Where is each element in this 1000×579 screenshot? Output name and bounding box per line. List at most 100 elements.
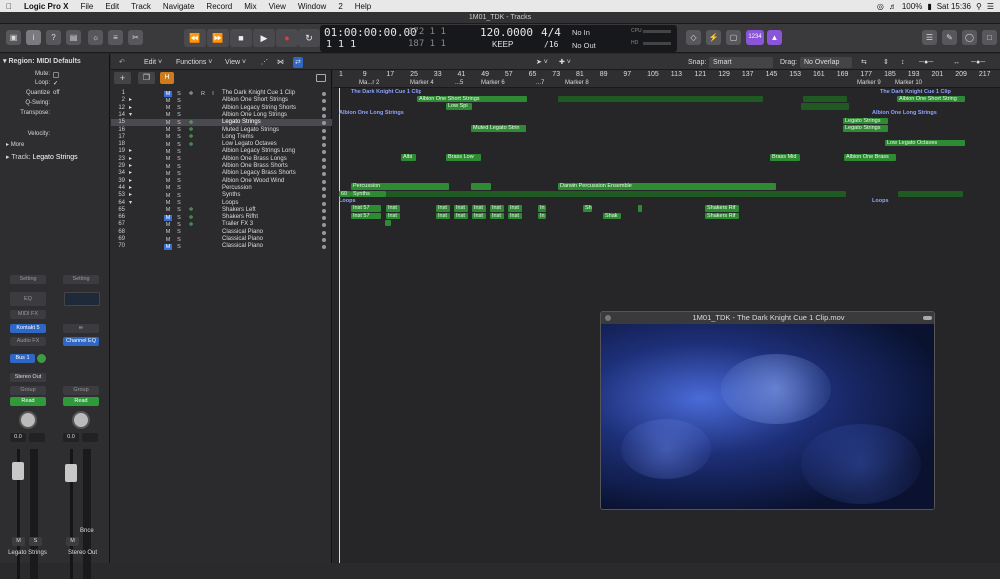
track-solo-button[interactable]: S [175, 112, 183, 118]
help-icon[interactable]: ? [46, 30, 61, 45]
marker[interactable]: Marker 10 [895, 80, 922, 86]
play-button[interactable]: ▶ [253, 29, 275, 47]
region[interactable]: Albion One Long Strings [337, 110, 417, 117]
region[interactable]: Inst [386, 205, 400, 212]
marquee-tool-icon[interactable]: ✚ ˅ [559, 57, 571, 68]
region[interactable]: The Dark Knight Cue 1 Clip [349, 89, 421, 96]
track-mute-button[interactable]: M [164, 178, 172, 184]
track-volume-knob[interactable] [322, 186, 326, 191]
lcd-display[interactable]: 01:00:00:00.00 1 1 1 172 1 1 187 1 1 120… [320, 25, 578, 52]
track-name[interactable]: Loops [222, 200, 238, 207]
track-row[interactable]: 67 M S ❄ Trailer FX 3 [111, 221, 332, 228]
region[interactable]: Percussion [351, 183, 449, 190]
bar-ruler[interactable]: 1 9 17 25 33 41 49 57 65 73 81 89 97 105 113 121 129 137 1… [333, 70, 1000, 88]
list-editors-icon[interactable]: ☰ [922, 30, 937, 45]
movie-close-icon[interactable] [605, 315, 611, 321]
menu-record[interactable]: Record [200, 2, 238, 11]
track-row[interactable]: 70 M S Classical Piano [111, 243, 332, 251]
track-solo-button[interactable]: S [175, 127, 183, 133]
marker[interactable]: Marker 6 [481, 80, 505, 86]
track-solo-button[interactable]: S [175, 207, 183, 213]
smart-controls-icon[interactable]: ☼ [88, 30, 103, 45]
track-mute-button[interactable]: M [164, 98, 172, 104]
menu-help[interactable]: Help [349, 2, 377, 11]
left-strip-eq[interactable]: EQ [10, 292, 46, 306]
folder-disclosure-icon[interactable]: ▾ [129, 200, 132, 207]
freeze-icon[interactable]: ❄ [187, 120, 195, 126]
left-strip-instrument[interactable]: Kontakt 5 [10, 324, 46, 333]
freeze-icon[interactable]: ❄ [187, 134, 195, 140]
vertical-zoom-icon[interactable]: ⇕ [883, 57, 889, 68]
region[interactable]: Inst [472, 205, 486, 212]
track-mute-button[interactable]: M [164, 127, 172, 133]
freeze-icon[interactable]: ❄ [187, 142, 195, 148]
track-mute-button[interactable]: M [164, 222, 172, 228]
track-row[interactable]: 18 M S ❄ Low Legato Octaves [111, 141, 332, 148]
region[interactable]: Shak [603, 212, 621, 220]
track-volume-knob[interactable] [322, 99, 326, 104]
track-row[interactable]: 68 M S Classical Piano [111, 229, 332, 236]
folder-disclosure-icon[interactable]: ▸ [129, 163, 132, 170]
left-strip-output[interactable]: Stereo Out [10, 373, 46, 382]
region-inspector-header[interactable]: ▾ Region: MIDI Defaults [0, 57, 110, 66]
track-name[interactable]: Muted Legato Strings [222, 127, 279, 134]
flex-icon[interactable]: ⋈ [277, 57, 284, 68]
right-volume-value[interactable]: 0.0 [63, 433, 79, 442]
track-mute-button[interactable]: M [164, 193, 172, 199]
right-mute-button[interactable]: M [66, 537, 79, 546]
track-solo-button[interactable]: S [175, 171, 183, 177]
menu-2[interactable]: 2 [332, 2, 348, 11]
region[interactable]: 60 [339, 190, 351, 198]
track-solo-button[interactable]: S [175, 200, 183, 206]
waveform-zoom-icon[interactable]: ⇆ [861, 57, 867, 68]
folder-disclosure-icon[interactable]: ▸ [129, 97, 132, 104]
track-volume-knob[interactable] [322, 194, 326, 199]
browser-icon[interactable]: □ [982, 30, 997, 45]
track-name[interactable]: Classical Piano [222, 229, 263, 236]
freeze-icon[interactable]: ❄ [187, 215, 195, 221]
horizontal-zoom-icon[interactable]: ↔ [953, 57, 960, 68]
track-volume-knob[interactable] [322, 216, 326, 221]
track-solo-button[interactable]: S [175, 105, 183, 111]
metronome-icon[interactable]: ▲ [767, 30, 782, 45]
stop-button[interactable]: ■ [230, 29, 252, 47]
inspector-icon[interactable]: i [26, 30, 41, 45]
track-volume-knob[interactable] [322, 128, 326, 133]
marker[interactable]: ...5 [455, 80, 463, 86]
region[interactable]: Shakers Rif [705, 212, 739, 220]
region[interactable]: Inst [472, 212, 486, 220]
track-name[interactable]: Albion Legacy Strings Long [222, 148, 295, 155]
track-mute-button[interactable]: M [164, 164, 172, 170]
track-solo-button[interactable]: S [175, 193, 183, 199]
track-volume-knob[interactable] [322, 135, 326, 140]
track-solo-button[interactable]: S [175, 222, 183, 228]
right-strip-automation[interactable]: Read [63, 397, 99, 406]
marker[interactable]: ...7 [536, 80, 544, 86]
marker[interactable]: Ma...r 2 [359, 80, 379, 86]
region[interactable]: Legato Strings [843, 125, 888, 132]
toolbar-icon[interactable]: ▤ [66, 30, 81, 45]
battery-icon[interactable]: ▮ [927, 2, 931, 11]
region[interactable]: Legato Strings [843, 117, 888, 125]
battery-label[interactable]: 100% [902, 2, 922, 11]
pointer-tool-icon[interactable]: ➤ ˅ [536, 57, 548, 68]
track-volume-knob[interactable] [322, 143, 326, 148]
track-input-monitor-button[interactable]: I [209, 91, 217, 97]
region[interactable] [558, 95, 763, 103]
drag-select[interactable]: No Overlap [800, 57, 852, 68]
track-name[interactable]: Albion One Brass Longs [222, 156, 287, 163]
region[interactable]: Albion One Long Strings [870, 110, 960, 117]
region[interactable]: Sh [583, 205, 592, 212]
marker[interactable]: Marker 4 [410, 80, 434, 86]
send-knob[interactable] [37, 354, 46, 363]
track-mute-button[interactable]: M [164, 142, 172, 148]
folder-disclosure-icon[interactable]: ▸ [129, 148, 132, 155]
region[interactable] [898, 190, 963, 198]
track-row[interactable]: 2 ▸ M S Albion One Short Strings [111, 97, 332, 104]
track-row[interactable]: 17 M S ❄ Long Trems [111, 134, 332, 141]
folder-disclosure-icon[interactable]: ▸ [129, 156, 132, 163]
region[interactable]: Inst [436, 212, 450, 220]
record-button[interactable]: ● [276, 29, 298, 47]
track-solo-button[interactable]: S [175, 185, 183, 191]
track-row[interactable]: 34 ▸ M S Albion Legacy Brass Shorts [111, 170, 332, 177]
